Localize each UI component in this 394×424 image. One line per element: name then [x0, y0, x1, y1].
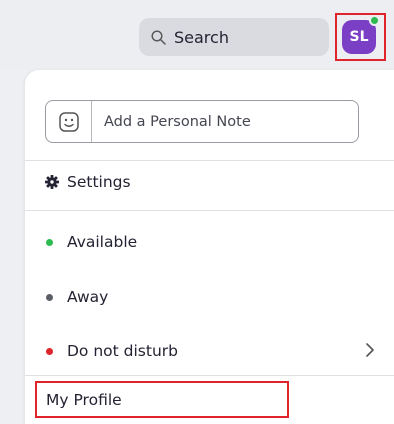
settings-label: Settings: [67, 173, 131, 191]
search-icon: [151, 29, 166, 45]
chevron-right-icon: [366, 343, 374, 357]
status-dot-icon: [46, 238, 53, 246]
status-dot-icon: [46, 293, 53, 301]
profile-menu: Add a Personal Note Settings Available A…: [25, 70, 394, 424]
status-label: Do not disturb: [67, 342, 178, 360]
status-item-available[interactable]: Available: [45, 227, 375, 257]
search-label: Search: [174, 27, 229, 47]
status-label: Away: [67, 288, 109, 306]
top-bar: Search SL: [0, 0, 394, 70]
personal-note-placeholder: Add a Personal Note: [104, 113, 251, 130]
smiley-icon: [58, 111, 79, 132]
avatar-initials: SL: [349, 29, 369, 45]
emoji-button[interactable]: [46, 101, 92, 142]
menu-item-my-profile[interactable]: My Profile: [35, 381, 289, 418]
my-profile-label: My Profile: [46, 390, 122, 409]
personal-note-field[interactable]: Add a Personal Note: [45, 100, 359, 143]
menu-divider: [25, 375, 394, 376]
menu-divider: [25, 210, 394, 211]
status-item-away[interactable]: Away: [45, 282, 375, 312]
status-dot-icon: [46, 347, 53, 355]
search-box[interactable]: Search: [139, 18, 329, 56]
presence-status-dot: [369, 15, 380, 26]
status-item-do-not-disturb[interactable]: Do not disturb: [45, 336, 375, 366]
menu-divider: [25, 160, 394, 161]
menu-item-settings[interactable]: Settings: [45, 167, 375, 197]
gear-icon: [45, 175, 59, 189]
status-label: Available: [67, 233, 138, 251]
